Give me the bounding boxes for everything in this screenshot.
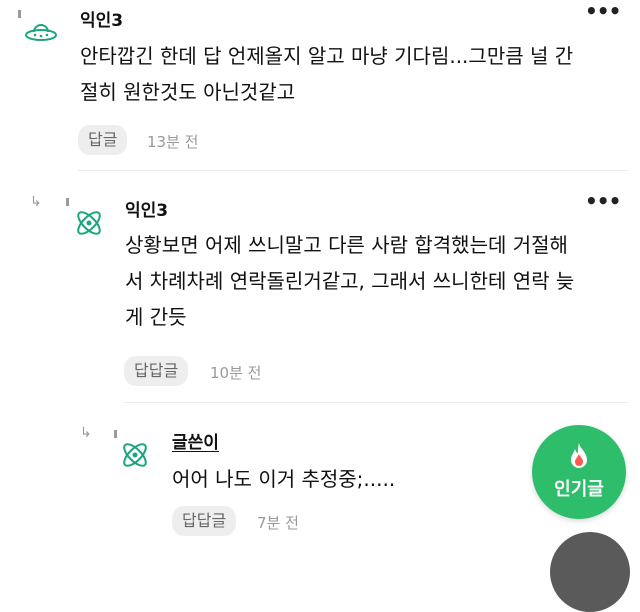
comment-line: 안타깝긴 한데 답 언제올지 알고 마냥 기다림...그만큼 널 간 xyxy=(80,44,574,68)
reply-button[interactable]: 답답글 xyxy=(172,506,237,536)
tick-mark xyxy=(114,430,117,438)
comment-line: 상황보면 어제 쓰니말고 다른 사람 합격했는데 거절해 xyxy=(125,233,568,257)
reply-arrow-icon: ↳ xyxy=(30,194,42,210)
comment-time: 10분 전 xyxy=(210,364,262,382)
tick-mark xyxy=(18,10,21,18)
comment-author[interactable]: 익인3 xyxy=(80,6,123,31)
tick-mark xyxy=(66,198,69,206)
fire-icon xyxy=(571,443,587,468)
comment-author[interactable]: 글쓴이 xyxy=(172,428,219,453)
atom-icon xyxy=(118,438,152,476)
comment-body: 상황보면 어제 쓰니말고 다른 사람 합격했는데 거절해 서 차례차례 연락돌린… xyxy=(125,227,574,335)
comment-line: 절히 원한것도 아닌것같고 xyxy=(80,80,296,104)
comment-time: 13분 전 xyxy=(147,133,199,151)
divider xyxy=(124,402,628,403)
comment-line: 서 차례차례 연락돌린거같고, 그래서 쓰니한테 연락 늦 xyxy=(125,269,575,293)
comment-body: 어어 나도 이거 추정중;..... xyxy=(172,461,395,497)
comment-body: 안타깝긴 한데 답 언제올지 알고 마냥 기다림...그만큼 널 간 절히 원한… xyxy=(80,38,573,110)
reply-button[interactable]: 답글 xyxy=(78,125,128,155)
popular-posts-label: 인기글 xyxy=(554,479,604,500)
more-options-button[interactable]: ••• xyxy=(585,191,621,211)
comment-line: 어어 나도 이거 추정중;..... xyxy=(172,467,396,491)
comment-author[interactable]: 익인3 xyxy=(125,196,168,221)
popular-posts-button[interactable]: 인기글 xyxy=(532,425,626,519)
comment-time: 7분 전 xyxy=(257,514,299,532)
reply-button[interactable]: 답답글 xyxy=(124,356,189,386)
divider xyxy=(78,170,628,171)
atom-icon xyxy=(72,206,106,244)
ufo-icon xyxy=(24,18,58,50)
reply-arrow-icon: ↳ xyxy=(80,425,92,441)
comment-line: 게 간듯 xyxy=(125,305,187,329)
more-options-button[interactable]: ••• xyxy=(585,1,621,21)
floating-button-secondary[interactable] xyxy=(550,532,630,612)
